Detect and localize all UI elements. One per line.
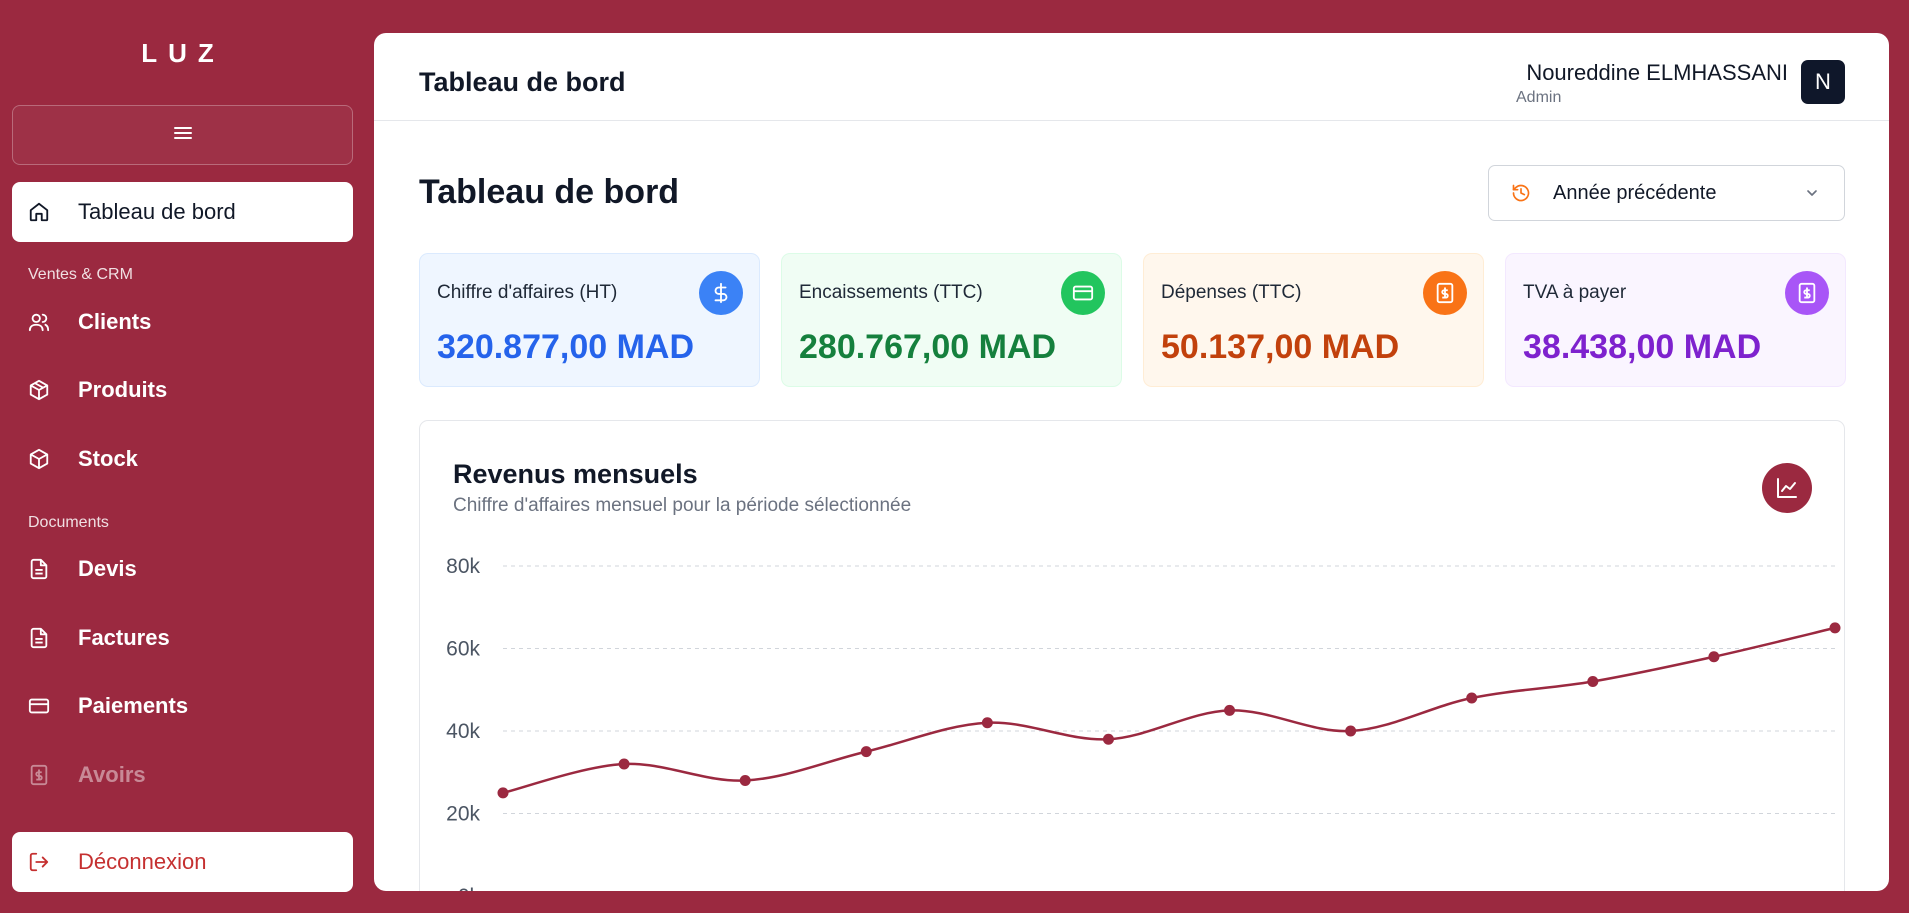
data-point	[1224, 704, 1236, 716]
kpi-value: 38.438,00 MAD	[1523, 328, 1762, 366]
y-tick-label: 20k	[446, 803, 480, 826]
menu-icon	[173, 125, 192, 146]
data-point	[739, 775, 751, 786]
receipt-icon	[28, 764, 50, 786]
sidebar-item-clients[interactable]: Clients	[12, 292, 353, 352]
sidebar-item-factures[interactable]: Factures	[12, 608, 353, 668]
sidebar-item-label: Tableau de bord	[78, 199, 236, 224]
y-tick-label: 40k	[446, 720, 480, 743]
receipt-icon	[1785, 271, 1829, 315]
revenue-chart-card: Revenus mensuels Chiffre d'affaires mens…	[419, 420, 1845, 891]
revenue-series-line	[502, 626, 1836, 795]
kpi-card-collections: Encaissements (TTC) 280.767,00 MAD	[781, 253, 1122, 387]
file-icon	[28, 627, 50, 649]
section-label-sales: Ventes & CRM	[28, 266, 133, 283]
top-bar: Tableau de bord Noureddine ELMHASSANI Ad…	[374, 33, 1889, 121]
kpi-value: 280.767,00 MAD	[799, 328, 1057, 366]
sidebar-item-label: Avoirs	[78, 762, 146, 787]
users-icon	[28, 311, 50, 333]
sidebar-item-tableau-de-bord[interactable]: Tableau de bord	[12, 182, 353, 242]
y-tick-label: 80k	[446, 555, 480, 578]
section-label-documents: Documents	[28, 514, 109, 531]
y-tick-label: 0k	[458, 885, 481, 891]
data-point	[1345, 725, 1357, 737]
revenue-line-chart: 80k 60k 40k 20k 0k	[446, 555, 1841, 891]
kpi-label: Encaissements (TTC)	[799, 282, 983, 303]
chevron-down-icon	[1804, 185, 1820, 201]
sidebar-item-label: Paiements	[78, 693, 189, 718]
data-point	[497, 787, 509, 799]
kpi-label: Dépenses (TTC)	[1161, 282, 1302, 303]
logout-icon	[28, 851, 50, 873]
data-point	[981, 717, 993, 729]
page-title: Tableau de bord	[419, 173, 680, 211]
period-select-value: Année précédente	[1553, 181, 1717, 204]
sidebar-item-label: Devis	[78, 556, 137, 581]
main-panel: Tableau de bord Noureddine ELMHASSANI Ad…	[374, 33, 1889, 891]
receipt-icon	[1423, 271, 1467, 315]
user-role: Admin	[1516, 89, 1562, 106]
y-tick-label: 60k	[446, 638, 480, 661]
data-point	[1102, 733, 1114, 745]
credit-card-icon	[1061, 271, 1105, 315]
avatar[interactable]: N	[1801, 60, 1845, 104]
data-point	[1466, 692, 1478, 704]
home-icon	[28, 201, 50, 223]
kpi-card-expenses: Dépenses (TTC) 50.137,00 MAD	[1143, 253, 1484, 387]
user-name[interactable]: Noureddine ELMHASSANI	[1526, 60, 1788, 86]
header-title: Tableau de bord	[419, 67, 626, 97]
sidebar-item-devis[interactable]: Devis	[12, 539, 353, 599]
data-point	[1829, 622, 1841, 634]
kpi-value: 50.137,00 MAD	[1161, 328, 1400, 366]
sidebar: LUZ Tableau de bord Ventes & CRM Clients…	[0, 0, 374, 913]
app-logo: LUZ	[141, 38, 225, 68]
sidebar-item-label: Produits	[78, 377, 168, 402]
sidebar-item-label: Clients	[78, 309, 152, 334]
kpi-card-revenue: Chiffre d'affaires (HT) 320.877,00 MAD	[419, 253, 760, 387]
history-icon	[1511, 183, 1531, 203]
data-point	[860, 746, 872, 758]
sidebar-item-label: Stock	[78, 446, 138, 471]
sidebar-item-label: Factures	[78, 625, 170, 650]
logout-label: Déconnexion	[78, 849, 207, 874]
box-icon	[28, 448, 50, 470]
sidebar-item-avoirs[interactable]: Avoirs	[12, 745, 353, 805]
period-select[interactable]: Année précédente	[1488, 165, 1845, 221]
credit-card-icon	[28, 695, 50, 717]
dollar-icon	[699, 271, 743, 315]
package-icon	[28, 379, 50, 401]
kpi-label: Chiffre d'affaires (HT)	[437, 282, 618, 303]
data-point	[618, 758, 630, 770]
data-point	[1587, 676, 1599, 687]
sidebar-item-paiements[interactable]: Paiements	[12, 676, 353, 736]
sidebar-item-produits[interactable]: Produits	[12, 360, 353, 420]
file-icon	[28, 558, 50, 580]
kpi-card-vat: TVA à payer 38.438,00 MAD	[1505, 253, 1846, 387]
kpi-label: TVA à payer	[1523, 282, 1627, 303]
sidebar-item-stock[interactable]: Stock	[12, 429, 353, 489]
data-point	[1708, 651, 1720, 663]
menu-toggle-button[interactable]	[12, 105, 353, 165]
logout-button[interactable]: Déconnexion	[12, 832, 353, 892]
kpi-value: 320.877,00 MAD	[437, 328, 695, 366]
